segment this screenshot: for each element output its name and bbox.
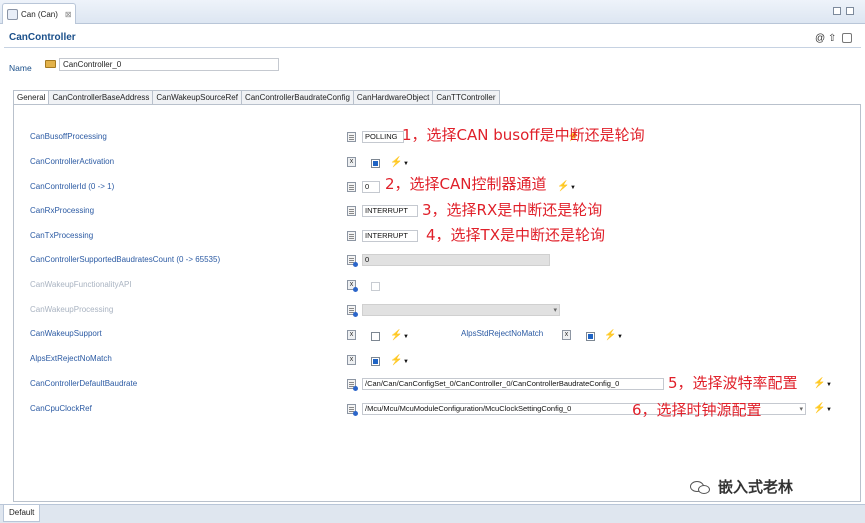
enum-icon — [347, 305, 358, 317]
editor-tab-can[interactable]: Can (Can) ⊠ — [2, 3, 76, 24]
chevron-down-icon[interactable]: ▼ — [403, 161, 409, 167]
tab-base-address[interactable]: CanControllerBaseAddress — [48, 90, 154, 105]
cpu-clock-ref-value: /Mcu/Mcu/McuModuleConfiguration/McuClock… — [365, 404, 572, 413]
controller-id-label: CanControllerId (0 -> 1) — [30, 182, 115, 191]
title-separator — [4, 47, 861, 48]
watermark: 嵌入式老林 — [690, 476, 793, 497]
tab-wakeup-source-ref[interactable]: CanWakeupSourceRef — [152, 90, 242, 105]
ext-reject-no-match-label: AlpsExtRejectNoMatch — [30, 354, 112, 363]
chevron-down-icon[interactable]: ▼ — [403, 359, 409, 365]
annotation-clock-source: 6，选择时钟源配置 — [632, 401, 762, 419]
boolean-icon: x — [562, 330, 571, 340]
reference-icon — [347, 379, 358, 391]
wand-icon[interactable]: ⚡ — [604, 331, 616, 341]
default-baudrate-label: CanControllerDefaultBaudrate — [30, 379, 138, 388]
wand-icon[interactable]: ⚡ — [813, 404, 825, 414]
rx-processing-label: CanRxProcessing — [30, 206, 95, 215]
wand-icon[interactable]: ⚡ — [390, 331, 402, 341]
name-label: Name — [9, 63, 32, 73]
minimize-button[interactable] — [833, 7, 841, 15]
close-icon[interactable]: ⊠ — [65, 10, 72, 19]
chevron-down-icon: ▾ — [553, 307, 557, 314]
rx-processing-select[interactable]: INTERRUPT — [362, 205, 418, 217]
tab-hardware-object[interactable]: CanHardwareObject — [352, 90, 434, 105]
cpu-clock-ref-label: CanCpuClockRef — [30, 404, 92, 413]
tab-tt-controller[interactable]: CanTTController — [432, 90, 500, 105]
boolean-icon: x — [347, 157, 356, 167]
annotation-busoff: 1，选择CAN busoff是中断还是轮询 — [402, 126, 645, 144]
tab-baudrate-config[interactable]: CanControllerBaudrateConfig — [240, 90, 354, 105]
std-reject-no-match-label: AlpsStdRejectNoMatch — [461, 329, 544, 338]
chevron-down-icon[interactable]: ▼ — [570, 185, 576, 191]
std-reject-no-match-checkbox[interactable] — [586, 332, 595, 341]
enum-icon — [347, 231, 356, 241]
busoff-processing-label: CanBusoffProcessing — [30, 132, 107, 141]
wand-icon[interactable]: ⚡ — [390, 356, 402, 366]
name-input[interactable]: CanController_0 — [59, 58, 279, 71]
derived-integer-icon — [347, 255, 358, 267]
reference-icon — [347, 404, 358, 416]
chevron-down-icon[interactable]: ▼ — [617, 334, 623, 340]
tx-processing-select[interactable]: INTERRUPT — [362, 230, 418, 242]
wakeup-functionality-api-checkbox — [371, 282, 380, 291]
default-baudrate-ref[interactable]: /Can/Can/CanConfigSet_0/CanController_0/… — [362, 378, 664, 390]
wakeup-support-checkbox[interactable] — [371, 332, 380, 341]
wakeup-processing-select: ▾ — [362, 304, 560, 316]
up-arrow-icon[interactable]: ⇧ — [828, 33, 836, 44]
wakeup-functionality-api-label: CanWakeupFunctionalityAPI — [30, 280, 132, 289]
annotation-rx: 3，选择RX是中断还是轮询 — [422, 201, 603, 219]
wakeup-processing-label: CanWakeupProcessing — [30, 305, 114, 314]
wand-icon[interactable]: ⚡ — [813, 379, 825, 389]
ext-reject-no-match-checkbox[interactable] — [371, 357, 380, 366]
chevron-down-icon[interactable]: ▼ — [826, 382, 832, 388]
watermark-text: 嵌入式老林 — [718, 478, 794, 496]
general-panel — [13, 104, 861, 502]
maximize-button[interactable] — [846, 7, 854, 15]
config-tabs: General CanControllerBaseAddress CanWake… — [13, 90, 500, 106]
home-icon[interactable] — [842, 33, 852, 43]
supported-baudrates-count-label: CanControllerSupportedBaudratesCount (0 … — [30, 255, 221, 264]
controller-activation-label: CanControllerActivation — [30, 157, 115, 166]
editor-tab-bar: Can (Can) ⊠ — [0, 0, 865, 24]
boolean-icon: x — [347, 280, 358, 292]
annotation-controller-channel: 2，选择CAN控制器通道 — [385, 175, 547, 193]
editor-tab-label: Can (Can) — [21, 9, 58, 19]
annotation-tx: 4，选择TX是中断还是轮询 — [426, 226, 605, 244]
chevron-down-icon[interactable]: ▼ — [403, 334, 409, 340]
file-icon — [7, 8, 18, 20]
supported-baudrates-count-field: 0 — [362, 254, 550, 266]
controller-id-input[interactable]: 0 — [362, 181, 380, 193]
chevron-down-icon[interactable]: ▼ — [826, 407, 832, 413]
busoff-processing-select[interactable]: POLLING — [362, 131, 404, 143]
boolean-icon: x — [347, 330, 356, 340]
wand-icon[interactable]: ⚡ — [390, 158, 402, 168]
wechat-icon — [690, 479, 712, 495]
chevron-down-icon[interactable]: ▾ — [799, 405, 803, 414]
form-title: CanController — [9, 32, 76, 43]
tx-processing-label: CanTxProcessing — [30, 231, 94, 240]
tab-default[interactable]: Default — [3, 505, 41, 522]
enum-icon — [347, 206, 356, 216]
wand-icon[interactable]: ⚡ — [557, 182, 569, 192]
wakeup-support-label: CanWakeupSupport — [30, 329, 102, 338]
bottom-tab-bar: Default — [0, 504, 865, 523]
controller-activation-checkbox[interactable] — [371, 159, 380, 168]
annotation-baudrate: 5，选择波特率配置 — [668, 374, 798, 392]
help-icon[interactable]: @ — [815, 33, 825, 44]
folder-icon — [45, 60, 56, 68]
boolean-icon: x — [347, 355, 356, 365]
enum-icon — [347, 132, 356, 142]
integer-icon — [347, 182, 356, 192]
